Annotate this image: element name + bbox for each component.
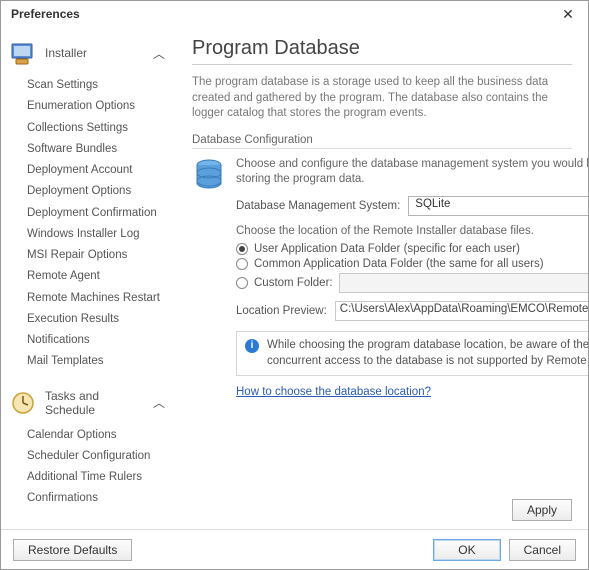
sidebar-item[interactable]: Enumeration Options — [27, 96, 168, 117]
sidebar-item[interactable]: Windows Installer Log — [27, 224, 168, 245]
group-divider — [192, 148, 572, 149]
sidebar-section-installer[interactable]: Installer ︿ — [7, 33, 168, 73]
sidebar-item[interactable]: Scan Settings — [27, 75, 168, 96]
config-body: Choose and configure the database manage… — [236, 157, 588, 399]
database-icon — [192, 157, 226, 399]
section-label: Installer — [45, 46, 144, 60]
sidebar-section-tasks[interactable]: Tasks and Schedule ︿ — [7, 383, 168, 423]
location-intro: Choose the location of the Remote Instal… — [236, 224, 588, 240]
sidebar-item[interactable]: Scheduler Configuration — [27, 446, 168, 467]
dbms-value: SQLite — [415, 198, 450, 210]
radio-icon[interactable] — [236, 243, 248, 255]
info-icon: i — [245, 339, 259, 353]
sidebar-item[interactable]: Remote Agent — [27, 266, 168, 287]
sidebar-item[interactable]: Confirmations — [27, 488, 168, 509]
tasks-items: Calendar Options Scheduler Configuration… — [7, 423, 168, 520]
chevron-up-icon: ︿ — [152, 394, 166, 411]
main-panel: Program Database The program database is… — [176, 27, 588, 529]
preview-label: Location Preview: — [236, 305, 327, 317]
group-title: Database Configuration — [192, 134, 572, 146]
restore-defaults-button[interactable]: Restore Defaults — [13, 539, 132, 561]
installer-items: Scan Settings Enumeration Options Collec… — [7, 73, 168, 383]
sidebar-item[interactable]: Software Bundles — [27, 139, 168, 160]
radio-icon[interactable] — [236, 258, 248, 270]
sidebar-item[interactable]: Deployment Options — [27, 181, 168, 202]
footer: Restore Defaults OK Cancel — [1, 529, 588, 569]
apply-button[interactable]: Apply — [512, 499, 572, 521]
gear-icon — [9, 526, 37, 530]
sidebar-item[interactable]: Execution Results — [27, 309, 168, 330]
radio-icon[interactable] — [236, 277, 248, 289]
body: Installer ︿ Scan Settings Enumeration Op… — [1, 27, 588, 529]
dbms-row: Database Management System: SQLite — [236, 196, 588, 216]
note-text: While choosing the program database loca… — [267, 338, 588, 369]
config-intro: Choose and configure the database manage… — [236, 157, 588, 188]
sidebar-item[interactable]: Calendar Options — [27, 425, 168, 446]
sidebar-section-misc[interactable]: Miscellaneous ︿ — [7, 520, 168, 530]
page-description: The program database is a storage used t… — [192, 75, 572, 122]
section-label: Tasks and Schedule — [45, 389, 144, 417]
clock-icon — [9, 389, 37, 417]
location-preview[interactable]: C:\Users\Alex\AppData\Roaming\EMCO\Remot… — [335, 301, 588, 321]
window-title: Preferences — [11, 7, 80, 21]
sidebar-item[interactable]: Collections Settings — [27, 118, 168, 139]
cancel-button[interactable]: Cancel — [509, 539, 576, 561]
help-link[interactable]: How to choose the database location? — [236, 386, 431, 398]
close-icon[interactable]: ✕ — [556, 6, 580, 23]
sidebar-item[interactable]: Additional Time Rulers — [27, 467, 168, 488]
radio-label: Custom Folder: — [254, 277, 333, 289]
installer-icon — [9, 39, 37, 67]
titlebar: Preferences ✕ — [1, 1, 588, 27]
radio-label: User Application Data Folder (specific f… — [254, 243, 520, 255]
ok-button[interactable]: OK — [433, 539, 500, 561]
sidebar-item[interactable]: Mail Templates — [27, 351, 168, 372]
radio-label: Common Application Data Folder (the same… — [254, 258, 544, 270]
sidebar: Installer ︿ Scan Settings Enumeration Op… — [1, 27, 176, 529]
custom-folder-input[interactable] — [339, 273, 588, 293]
apply-row: Apply — [512, 499, 572, 521]
sidebar-item[interactable]: Deployment Account — [27, 160, 168, 181]
radio-common-folder[interactable]: Common Application Data Folder (the same… — [236, 258, 588, 270]
radio-custom-folder[interactable]: Custom Folder: ··· — [236, 273, 588, 293]
sidebar-item[interactable]: Remote Machines Restart — [27, 288, 168, 309]
page-title: Program Database — [192, 37, 572, 65]
sidebar-item[interactable]: Deployment Confirmation — [27, 203, 168, 224]
sidebar-item[interactable]: Notifications — [27, 330, 168, 351]
radio-user-folder[interactable]: User Application Data Folder (specific f… — [236, 243, 588, 255]
sidebar-item[interactable]: MSI Repair Options — [27, 245, 168, 266]
dbms-label: Database Management System: — [236, 200, 400, 212]
chevron-up-icon: ︿ — [152, 45, 166, 62]
config-row: Choose and configure the database manage… — [192, 157, 572, 399]
dbms-select[interactable]: SQLite — [408, 196, 588, 216]
preview-row: Location Preview: C:\Users\Alex\AppData\… — [236, 301, 588, 321]
note-box: i While choosing the program database lo… — [236, 331, 588, 376]
